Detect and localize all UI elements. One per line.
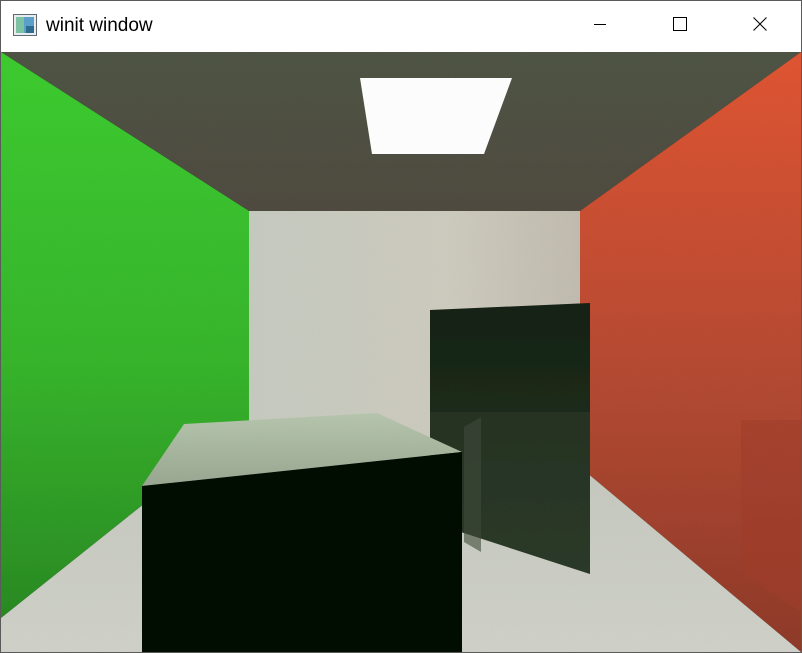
window-title: winit window xyxy=(46,15,153,36)
maximize-icon xyxy=(672,16,688,37)
render-viewport[interactable] xyxy=(1,52,801,652)
short-box-front xyxy=(142,452,462,652)
app-window: winit window xyxy=(0,0,802,653)
cornell-box-render xyxy=(1,52,801,652)
tall-box-side xyxy=(464,417,481,552)
minimize-button[interactable] xyxy=(560,1,640,52)
minimize-icon xyxy=(592,16,608,37)
title-bar[interactable]: winit window xyxy=(1,1,801,52)
close-icon xyxy=(752,16,768,37)
close-button[interactable] xyxy=(720,1,800,52)
maximize-button[interactable] xyxy=(640,1,720,52)
app-icon xyxy=(13,14,37,36)
